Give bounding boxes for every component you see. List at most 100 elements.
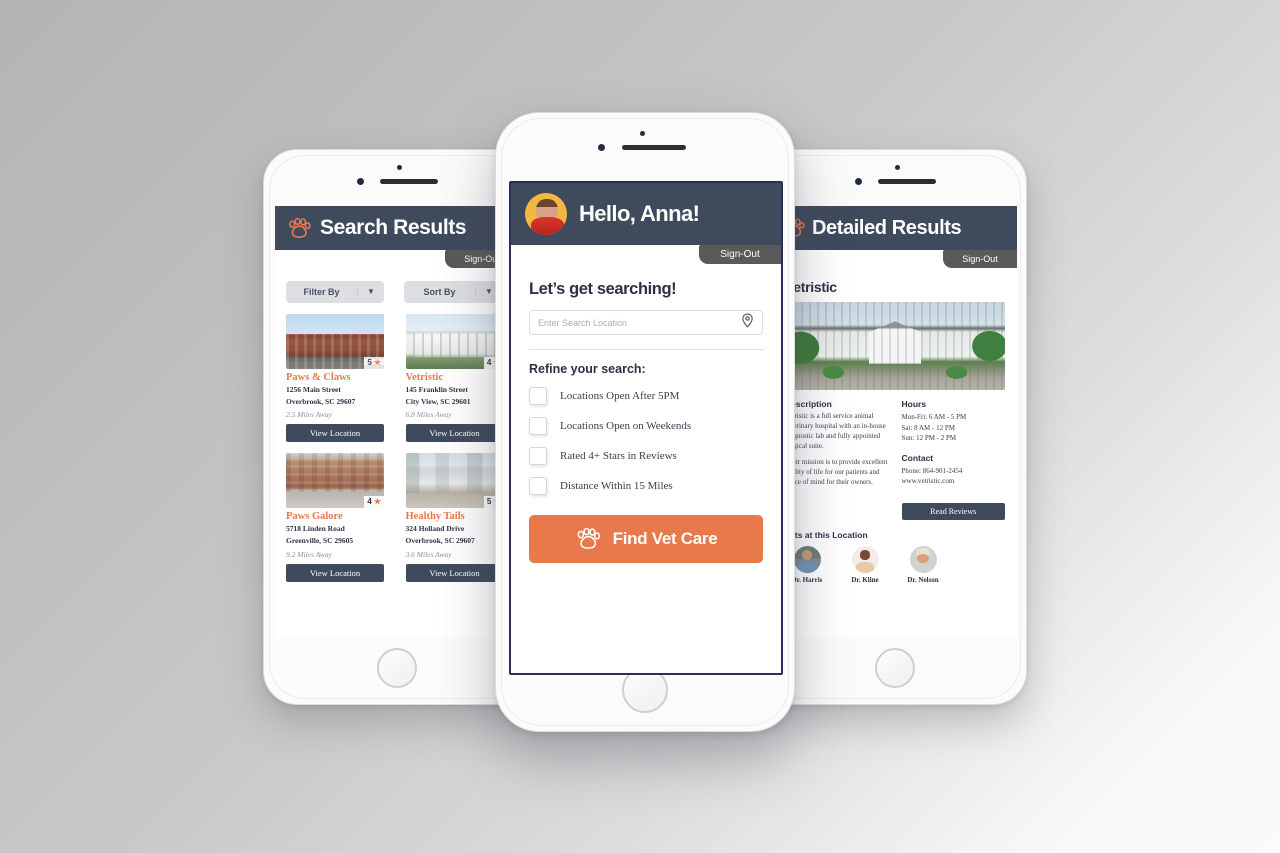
result-card[interactable]: 4 ★ Vetristic 145 Franklin Street City V…	[405, 314, 504, 443]
signout-row-right: Sign-Out	[773, 250, 1017, 268]
search-results-list: 5 ★ Paws & Claws 1256 Main Street Overbr…	[286, 314, 508, 582]
screen-detailed-results: Detailed Results Sign-Out Vetristic Desc…	[773, 206, 1017, 638]
checkbox[interactable]	[529, 387, 547, 405]
view-location-button[interactable]: View Location	[286, 424, 384, 443]
view-location-button[interactable]: View Location	[405, 563, 504, 582]
clinic-address-line1: 145 Franklin Street	[405, 385, 468, 394]
home-button[interactable]	[377, 648, 417, 688]
filter-option-rated-4-plus[interactable]: Rated 4+ Stars in Reviews	[529, 447, 763, 465]
refine-filter-list: Locations Open After 5PM Locations Open …	[529, 387, 763, 495]
clinic-photo: 4 ★	[286, 453, 384, 509]
filter-sort-controls: Filter By ▼ Sort By ▼	[286, 281, 508, 303]
paw-icon	[287, 217, 311, 239]
contact-heading: Contact	[901, 452, 934, 463]
description-paragraph: Their mission is to provide excellent qu…	[785, 457, 888, 486]
read-reviews-button[interactable]: Read Reviews	[901, 502, 1005, 520]
clinic-name: Paws Galore	[286, 511, 343, 523]
avatar[interactable]	[525, 193, 567, 235]
cta-label: Find Vet Care	[612, 529, 718, 548]
hours-contact-column: Hours Mon-Fri: 6 AM - 5 PM Sat: 8 AM - 1…	[901, 399, 1006, 520]
filter-option-distance-15-miles[interactable]: Distance Within 15 Miles	[529, 477, 763, 495]
rating-value: 4	[486, 358, 492, 367]
clinic-photo: 4 ★	[405, 314, 504, 369]
search-results-body: Filter By ▼ Sort By ▼ 5 ★ Paws & Claws 1…	[275, 268, 519, 582]
appbar-search-results: Search Results	[275, 206, 519, 250]
signout-button[interactable]: Sign-Out	[943, 250, 1017, 268]
filter-by-label: Filter By	[303, 287, 340, 297]
filter-by-dropdown[interactable]: Filter By ▼	[286, 281, 384, 303]
search-form-body: Let’s get searching! Refine your search:	[511, 264, 781, 563]
hours-line: Sun: 12 PM - 2 PM	[901, 434, 957, 442]
checkbox[interactable]	[529, 477, 547, 495]
section-divider	[529, 349, 763, 350]
clinic-distance: 6.8 Miles Away	[405, 410, 452, 420]
clinic-address-line2: Greenville, SC 29605	[286, 536, 354, 546]
result-card[interactable]: 5 ★ Paws & Claws 1256 Main Street Overbr…	[286, 314, 384, 443]
filter-option-open-after-5pm[interactable]: Locations Open After 5PM	[529, 387, 763, 405]
clinic-address-line1: 5718 Linden Road	[286, 524, 345, 534]
description-column: Description Vetristic is a full service …	[785, 399, 889, 520]
clinic-distance: 3.6 Miles Away	[405, 549, 452, 559]
phone-device-detailed-results: Detailed Results Sign-Out Vetristic Desc…	[761, 149, 1027, 705]
view-location-button[interactable]: View Location	[405, 424, 504, 443]
search-input[interactable]	[538, 317, 735, 328]
clinic-address-line1: 324 Holland Drive	[405, 524, 465, 534]
filter-label: Locations Open After 5PM	[560, 390, 680, 402]
refine-heading: Refine your search:	[529, 362, 646, 376]
clinic-distance: 2.5 Miles Away	[286, 410, 332, 420]
sort-by-label: Sort By	[423, 287, 456, 297]
avatar	[851, 545, 879, 573]
checkbox[interactable]	[529, 417, 547, 435]
search-input-wrapper[interactable]	[529, 310, 763, 335]
contact-phone: Phone: 864-901-2454	[901, 466, 963, 475]
vet-item[interactable]: Dr. Kline	[843, 545, 887, 584]
appbar-detailed-results: Detailed Results	[773, 206, 1017, 250]
clinic-hero-photo	[785, 302, 1005, 390]
clinic-distance: 9.2 Miles Away	[286, 549, 332, 559]
vet-name: Dr. Nelson	[907, 575, 939, 584]
vets-heading: Vets at this Location	[785, 529, 868, 540]
contact-website[interactable]: www.vetristic.com	[902, 476, 1006, 487]
hero-greeting-bar: Hello, Anna!	[511, 183, 781, 245]
find-vet-care-button[interactable]: Find Vet Care	[529, 515, 763, 563]
filter-option-open-weekends[interactable]: Locations Open on Weekends	[529, 417, 763, 435]
clinic-name: Paws & Claws	[286, 372, 351, 383]
signout-row-left: Sign-Out	[275, 250, 519, 268]
signout-button[interactable]: Sign-Out	[699, 245, 781, 264]
front-camera-icon	[855, 178, 862, 185]
home-button[interactable]	[875, 648, 915, 688]
greeting-text: Hello, Anna!	[579, 201, 700, 226]
vet-item[interactable]: Dr. Nelson	[901, 545, 945, 584]
screen-search-results: Search Results Sign-Out Filter By ▼ Sort…	[275, 206, 519, 638]
clinic-address-line2: Overbrook, SC 29607	[405, 536, 475, 546]
search-heading: Let’s get searching!	[529, 280, 677, 298]
front-camera-icon	[598, 144, 605, 151]
detailed-results-body: Vetristic Description Vetristic is a ful…	[773, 268, 1017, 584]
result-card[interactable]: 4 ★ Paws Galore 5718 Linden Road Greenvi…	[286, 453, 384, 582]
rating-badge: 5 ★	[364, 357, 384, 369]
chevron-down-icon: ▼	[357, 288, 384, 296]
avatar	[793, 545, 821, 573]
clinic-address-line1: 1256 Main Street	[286, 385, 341, 394]
checkbox[interactable]	[529, 447, 547, 465]
clinic-address-line2: City View, SC 29601	[405, 397, 471, 407]
star-icon: ★	[373, 358, 381, 367]
vet-name: Dr. Kline	[851, 575, 879, 584]
result-card[interactable]: 5 ★ Healthy Tails 324 Holland Drive Over…	[405, 453, 504, 582]
page-title: Search Results	[320, 216, 467, 239]
hours-line: Sat: 8 AM - 12 PM	[901, 423, 955, 432]
sort-by-dropdown[interactable]: Sort By ▼	[404, 281, 502, 303]
view-location-button[interactable]: View Location	[286, 563, 384, 582]
description-paragraph: Vetristic is a full service animal veter…	[785, 412, 886, 450]
location-pin-icon[interactable]	[741, 312, 754, 333]
vets-list: Dr. Harris Dr. Kline Dr. Nelson	[785, 545, 1005, 584]
hours-heading: Hours	[901, 399, 927, 409]
description-heading: Description	[785, 399, 832, 409]
rating-badge: 4 ★	[364, 496, 384, 509]
phone-device-home-search: Hello, Anna! Sign-Out Let’s get searchin…	[495, 112, 795, 732]
filter-label: Locations Open on Weekends	[560, 420, 692, 432]
earpiece-speaker	[878, 179, 936, 184]
clinic-photo: 5 ★	[286, 314, 384, 369]
clinic-name: Vetristic	[785, 279, 837, 295]
page-title: Detailed Results	[812, 216, 962, 239]
